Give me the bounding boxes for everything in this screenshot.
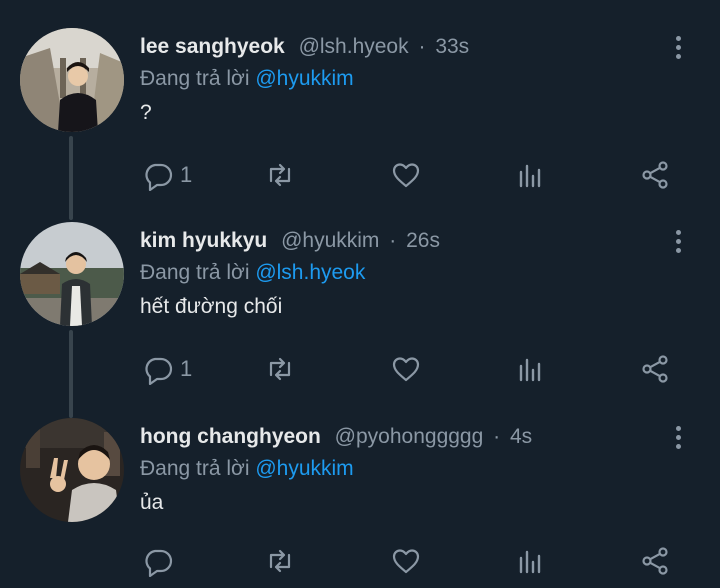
retweet-icon [269, 163, 291, 187]
reply-icon [145, 549, 173, 577]
views-button[interactable] [516, 352, 548, 386]
replying-to: Đang trả lời @hyukkim [140, 456, 354, 482]
more-icon [675, 238, 681, 244]
tweet-header: kim hyukkyu @hyukkim · 26s [140, 228, 440, 254]
more-icon [675, 425, 681, 431]
share-icon [642, 355, 668, 383]
timestamp[interactable]: 4s [510, 425, 532, 448]
avatar[interactable] [20, 222, 124, 326]
share-icon [642, 547, 668, 575]
retweet-button[interactable] [264, 158, 296, 192]
mention-link[interactable]: @hyukkim [255, 457, 353, 480]
tweet-actions: 1 [0, 158, 720, 192]
tweet-text: ? [140, 101, 152, 124]
share-button[interactable] [639, 352, 671, 386]
tweet-header: lee sanghyeok @lsh.hyeok · 33s [140, 34, 469, 60]
retweet-icon [269, 549, 291, 573]
more-icon [675, 247, 681, 253]
views-icon [519, 358, 541, 382]
timestamp[interactable]: 26s [406, 229, 440, 252]
more-button[interactable] [666, 422, 690, 452]
author-handle[interactable]: @pyohonggggg [335, 425, 484, 448]
avatar-image [20, 222, 124, 326]
reply-button[interactable]: 1 [142, 352, 192, 386]
tweet-actions: 1 [0, 352, 720, 386]
share-button[interactable] [639, 544, 671, 578]
like-button[interactable] [390, 352, 422, 386]
avatar[interactable] [20, 418, 124, 522]
like-icon [392, 357, 420, 382]
author-handle[interactable]: @hyukkim [281, 229, 379, 252]
author-handle[interactable]: @lsh.hyeok [299, 35, 409, 58]
more-button[interactable] [666, 226, 690, 256]
mention-link[interactable]: @lsh.hyeok [255, 261, 365, 284]
separator: · [389, 229, 397, 252]
replying-to-label: Đang trả lời [140, 457, 250, 480]
tweet[interactable]: lee sanghyeok @lsh.hyeok · 33s Đang trả … [0, 28, 720, 198]
reply-icon [145, 163, 173, 191]
share-button[interactable] [639, 158, 671, 192]
tweet-text: ủa [140, 491, 164, 514]
more-icon [675, 434, 681, 440]
share-icon [642, 161, 668, 189]
replying-to-label: Đang trả lời [140, 67, 250, 90]
more-icon [675, 44, 681, 50]
replying-to: Đang trả lời @hyukkim [140, 66, 354, 92]
reply-button[interactable] [142, 544, 180, 578]
more-icon [675, 53, 681, 59]
timestamp[interactable]: 33s [435, 35, 469, 58]
reply-icon [145, 357, 173, 385]
views-button[interactable] [516, 544, 548, 578]
tweet-actions [0, 544, 720, 578]
reply-thread: lee sanghyeok @lsh.hyeok · 33s Đang trả … [0, 0, 720, 588]
more-icon [675, 443, 681, 449]
retweet-icon [269, 357, 291, 381]
like-button[interactable] [390, 544, 422, 578]
tweet[interactable]: hong changhyeon @pyohonggggg · 4s Đang t… [0, 418, 720, 588]
reply-count: 1 [180, 356, 193, 381]
views-button[interactable] [516, 158, 548, 192]
separator: · [418, 35, 426, 58]
avatar[interactable] [20, 28, 124, 132]
retweet-button[interactable] [264, 352, 296, 386]
more-button[interactable] [666, 32, 690, 62]
like-button[interactable] [390, 158, 422, 192]
more-icon [675, 35, 681, 41]
like-icon [392, 549, 420, 574]
author-name[interactable]: lee sanghyeok [140, 35, 285, 58]
replying-to: Đang trả lời @lsh.hyeok [140, 260, 365, 286]
views-icon [519, 550, 541, 574]
author-name[interactable]: hong changhyeon [140, 425, 321, 448]
avatar-image [20, 418, 124, 522]
like-icon [392, 163, 420, 188]
reply-count: 1 [180, 162, 193, 187]
avatar-image [20, 28, 124, 132]
author-name[interactable]: kim hyukkyu [140, 229, 267, 252]
replying-to-label: Đang trả lời [140, 261, 250, 284]
mention-link[interactable]: @hyukkim [255, 67, 353, 90]
more-icon [675, 229, 681, 235]
views-icon [519, 164, 541, 188]
tweet-header: hong changhyeon @pyohonggggg · 4s [140, 424, 532, 450]
separator: · [493, 425, 501, 448]
retweet-button[interactable] [264, 544, 296, 578]
tweet[interactable]: kim hyukkyu @hyukkim · 26s Đang trả lời … [0, 222, 720, 392]
tweet-text: hết đường chối [140, 295, 283, 318]
reply-button[interactable]: 1 [142, 158, 192, 192]
